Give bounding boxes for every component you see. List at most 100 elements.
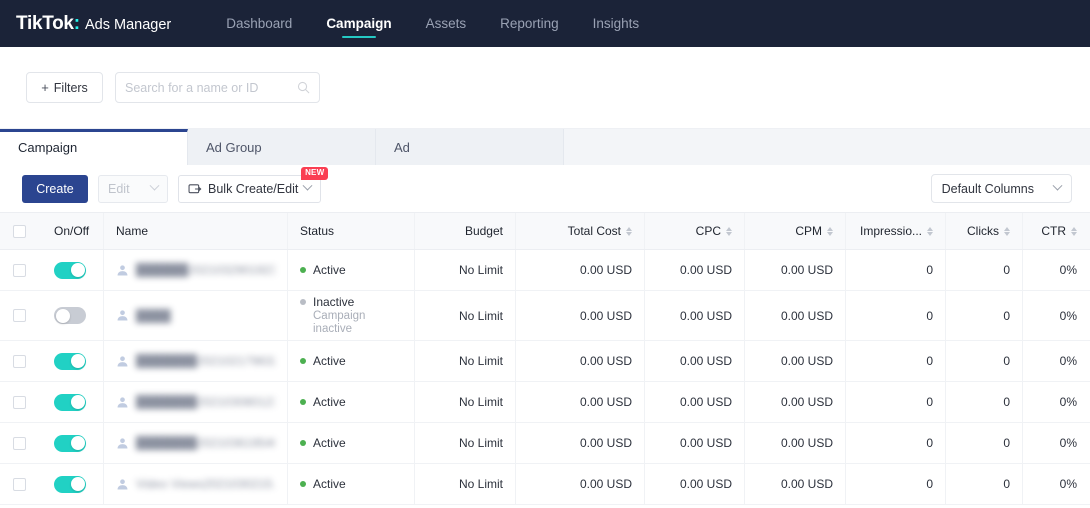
- row-checkbox[interactable]: [13, 477, 26, 491]
- row-cpc-cell: 0.00 USD: [645, 250, 745, 290]
- nav-item-dashboard[interactable]: Dashboard: [209, 0, 309, 47]
- row-checkbox[interactable]: [13, 263, 26, 277]
- row-name-cell[interactable]: ███████2021021796322: [104, 341, 288, 381]
- onoff-toggle[interactable]: [54, 307, 86, 324]
- select-all-checkbox[interactable]: [13, 224, 26, 238]
- status-line: Active: [300, 354, 346, 368]
- column-header-label: Budget: [464, 224, 503, 238]
- name-wrapper: ███████2021030801234: [116, 395, 275, 409]
- nav-item-campaign[interactable]: Campaign: [309, 0, 408, 47]
- search-input[interactable]: [125, 80, 297, 95]
- nav-item-assets[interactable]: Assets: [409, 0, 484, 47]
- toggle-knob: [70, 263, 85, 277]
- row-onoff-cell[interactable]: [40, 291, 104, 340]
- search-icon: [297, 81, 310, 94]
- table-row[interactable]: Video Views2021030215… Active No Limit 0.00…: [0, 464, 1090, 505]
- onoff-toggle[interactable]: [54, 261, 86, 279]
- row-cpc-cell: 0.00 USD: [645, 382, 745, 422]
- filter-bar: + Filters: [0, 47, 1090, 129]
- cell-value: No Limit: [458, 436, 503, 450]
- table-row[interactable]: ███████2021021796322 Active No Limit 0.00 U…: [0, 341, 1090, 382]
- table-body: ██████2021032901923145 Active No Limit 0.00…: [0, 250, 1090, 505]
- cell-value: 0%: [1059, 395, 1077, 409]
- campaign-name[interactable]: ███████2021036195409: [136, 436, 275, 450]
- sort-icon[interactable]: [927, 226, 933, 236]
- search-box[interactable]: [115, 72, 320, 103]
- campaign-name[interactable]: Video Views2021030215…: [136, 477, 275, 491]
- table-row[interactable]: ██████2021032901923145 Active No Limit 0.00…: [0, 250, 1090, 291]
- column-header-budget: Budget: [415, 213, 516, 249]
- row-select-cell[interactable]: [0, 423, 40, 463]
- status-label: Active: [313, 263, 346, 277]
- filters-button-label: Filters: [53, 80, 88, 95]
- columns-selector-button[interactable]: Default Columns: [930, 174, 1072, 203]
- row-select-cell[interactable]: [0, 250, 40, 290]
- tabs-filler: [564, 129, 1090, 165]
- row-impr-cell: 0: [846, 423, 946, 463]
- create-button[interactable]: Create: [22, 174, 88, 203]
- cell-value: 0: [926, 308, 933, 323]
- row-select-cell[interactable]: [0, 464, 40, 504]
- table-row[interactable]: ████ Inactive Campaign inactive No Limit 0.0…: [0, 291, 1090, 341]
- name-wrapper: ████: [116, 309, 275, 323]
- cell-value: 0: [926, 263, 933, 277]
- cell-value: 0.00 USD: [579, 477, 632, 491]
- status-wrapper: Active: [300, 477, 346, 491]
- row-budget-cell: No Limit: [415, 423, 516, 463]
- row-name-cell[interactable]: ███████2021036195409: [104, 423, 288, 463]
- edit-dropdown-button[interactable]: Edit: [98, 174, 168, 203]
- sort-icon[interactable]: [1004, 226, 1010, 236]
- row-name-cell[interactable]: ██████2021032901923145: [104, 250, 288, 290]
- cell-value: 0.00 USD: [579, 263, 632, 277]
- brand-logo[interactable]: TikTok: Ads Manager: [16, 13, 171, 35]
- row-checkbox[interactable]: [13, 395, 26, 409]
- column-header-impr[interactable]: Impressio...: [846, 213, 946, 249]
- row-name-cell[interactable]: Video Views2021030215…: [104, 464, 288, 504]
- onoff-toggle[interactable]: [54, 434, 86, 452]
- onoff-toggle[interactable]: [54, 393, 86, 411]
- bulk-create-edit-button[interactable]: Bulk Create/Edit NEW: [178, 166, 329, 203]
- campaign-name[interactable]: ███████2021030801234: [136, 395, 275, 409]
- row-name-cell[interactable]: ████: [104, 291, 288, 340]
- row-onoff-cell[interactable]: [40, 382, 104, 422]
- row-select-cell[interactable]: [0, 382, 40, 422]
- sort-icon[interactable]: [626, 226, 632, 236]
- campaign-name[interactable]: ██████2021032901923145: [136, 263, 275, 277]
- row-onoff-cell[interactable]: [40, 423, 104, 463]
- campaign-type-icon: [117, 396, 128, 408]
- nav-item-insights[interactable]: Insights: [576, 0, 657, 47]
- row-checkbox[interactable]: [13, 309, 26, 322]
- row-onoff-cell[interactable]: [40, 464, 104, 504]
- row-name-cell[interactable]: ███████2021030801234: [104, 382, 288, 422]
- row-impr-cell: 0: [846, 291, 946, 340]
- filters-button[interactable]: + Filters: [26, 72, 103, 103]
- row-cpc-cell: 0.00 USD: [645, 341, 745, 381]
- column-header-cost[interactable]: Total Cost: [516, 213, 645, 249]
- table-row[interactable]: ███████2021036195409 Active No Limit 0.00 U…: [0, 423, 1090, 464]
- tab-ad[interactable]: Ad: [376, 129, 564, 165]
- row-clicks-cell: 0: [946, 341, 1023, 381]
- sort-icon[interactable]: [827, 226, 833, 236]
- onoff-toggle[interactable]: [54, 475, 86, 493]
- campaign-name[interactable]: ████: [136, 309, 171, 323]
- row-onoff-cell[interactable]: [40, 341, 104, 381]
- onoff-toggle[interactable]: [54, 352, 86, 370]
- row-onoff-cell[interactable]: [40, 250, 104, 290]
- table-row[interactable]: ███████2021030801234 Active No Limit 0.00 U…: [0, 382, 1090, 423]
- sort-icon[interactable]: [726, 226, 732, 236]
- column-header-ctr[interactable]: CTR: [1023, 213, 1090, 249]
- row-checkbox[interactable]: [13, 354, 26, 368]
- campaign-name[interactable]: ███████2021021796322: [136, 354, 275, 368]
- tab-ad-group[interactable]: Ad Group: [188, 129, 376, 165]
- row-checkbox[interactable]: [13, 436, 26, 450]
- nav-item-reporting[interactable]: Reporting: [483, 0, 576, 47]
- sort-icon[interactable]: [1071, 226, 1077, 236]
- column-header-clicks[interactable]: Clicks: [946, 213, 1023, 249]
- column-header-cpm[interactable]: CPM: [745, 213, 846, 249]
- row-cpc-cell: 0.00 USD: [645, 423, 745, 463]
- column-header-cpc[interactable]: CPC: [645, 213, 745, 249]
- tab-campaign[interactable]: Campaign: [0, 129, 188, 165]
- campaign-type-icon: [117, 437, 128, 449]
- row-select-cell[interactable]: [0, 341, 40, 381]
- row-select-cell[interactable]: [0, 291, 40, 340]
